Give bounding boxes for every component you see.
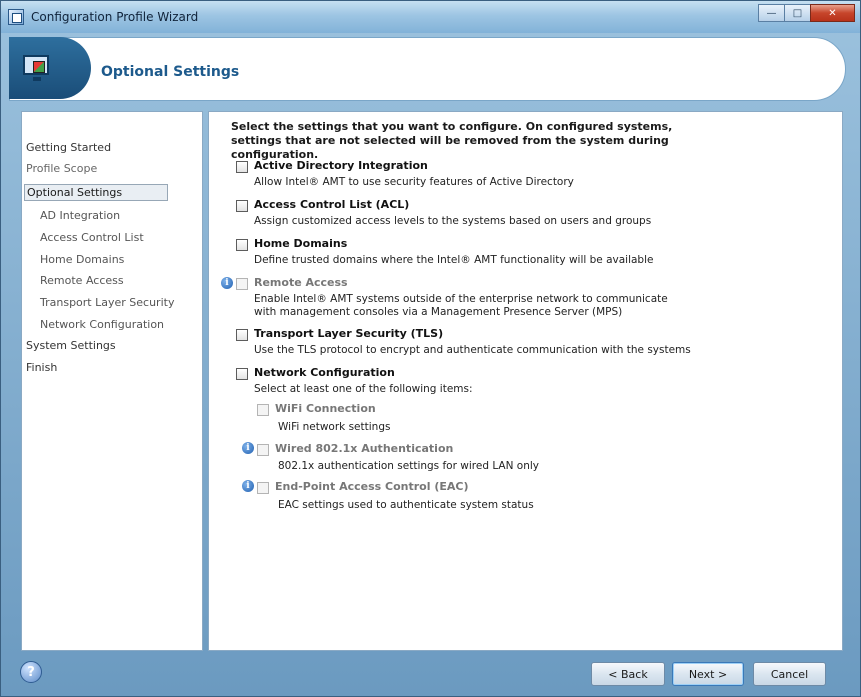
nav-finish[interactable]: Finish	[26, 361, 57, 374]
wifi-checkbox[interactable]	[257, 404, 269, 416]
nav-system-settings[interactable]: System Settings	[26, 339, 116, 352]
wizard-nav: Getting Started Profile Scope Optional S…	[21, 111, 203, 651]
network-config-checkbox[interactable]	[236, 368, 248, 380]
remote-access-desc: Enable Intel® AMT systems outside of the…	[254, 293, 668, 318]
nav-profile-scope[interactable]: Profile Scope	[26, 162, 97, 175]
wired-8021x-checkbox[interactable]	[257, 444, 269, 456]
nav-access-control-list[interactable]: Access Control List	[40, 231, 144, 244]
wired-8021x-title: Wired 802.1x Authentication	[275, 442, 454, 455]
window-title: Configuration Profile Wizard	[31, 10, 199, 24]
eac-info-icon[interactable]: i	[242, 480, 254, 492]
close-button[interactable]: ✕	[810, 4, 855, 22]
wired-8021x-desc: 802.1x authentication settings for wired…	[278, 460, 539, 472]
help-icon[interactable]: ?	[20, 661, 42, 683]
settings-chip-icon	[33, 61, 45, 73]
wired-8021x-info-icon[interactable]: i	[242, 442, 254, 454]
back-button[interactable]: < Back	[591, 662, 665, 686]
header-badge	[9, 37, 91, 99]
eac-checkbox[interactable]	[257, 482, 269, 494]
wifi-desc: WiFi network settings	[278, 421, 391, 433]
nav-ad-integration[interactable]: AD Integration	[40, 209, 120, 222]
title-bar: Configuration Profile Wizard — □ ✕	[1, 1, 860, 33]
tls-checkbox[interactable]	[236, 329, 248, 341]
acl-title: Access Control List (ACL)	[254, 198, 410, 211]
tls-desc: Use the TLS protocol to encrypt and auth…	[254, 344, 691, 356]
app-icon	[8, 9, 24, 25]
home-domains-checkbox[interactable]	[236, 239, 248, 251]
ad-integration-title: Active Directory Integration	[254, 159, 428, 172]
acl-desc: Assign customized access levels to the s…	[254, 215, 652, 227]
options-panel: Select the settings that you want to con…	[208, 111, 843, 651]
nav-optional-settings[interactable]: Optional Settings	[24, 184, 168, 201]
nav-transport-layer-security[interactable]: Transport Layer Security	[40, 296, 174, 309]
network-config-title: Network Configuration	[254, 366, 395, 379]
nav-network-configuration[interactable]: Network Configuration	[40, 318, 164, 331]
remote-access-info-icon[interactable]: i	[221, 277, 233, 289]
home-domains-title: Home Domains	[254, 237, 348, 250]
page-title: Optional Settings	[101, 64, 240, 80]
network-config-desc: Select at least one of the following ite…	[254, 383, 473, 395]
wifi-title: WiFi Connection	[275, 402, 376, 415]
maximize-button[interactable]: □	[784, 4, 811, 22]
next-button[interactable]: Next >	[672, 662, 744, 686]
ad-integration-checkbox[interactable]	[236, 161, 248, 173]
minimize-button[interactable]: —	[758, 4, 785, 22]
tls-title: Transport Layer Security (TLS)	[254, 327, 444, 340]
home-domains-desc: Define trusted domains where the Intel® …	[254, 254, 654, 266]
window-controls: — □ ✕	[758, 4, 855, 22]
ad-integration-desc: Allow Intel® AMT to use security feature…	[254, 176, 574, 188]
remote-access-checkbox[interactable]	[236, 278, 248, 290]
eac-desc: EAC settings used to authenticate system…	[278, 499, 534, 511]
cancel-button[interactable]: Cancel	[753, 662, 826, 686]
acl-checkbox[interactable]	[236, 200, 248, 212]
wizard-window: Configuration Profile Wizard — □ ✕ Optio…	[0, 0, 861, 697]
eac-title: End-Point Access Control (EAC)	[275, 480, 469, 493]
intro-text: Select the settings that you want to con…	[231, 120, 673, 161]
remote-access-title: Remote Access	[254, 276, 348, 289]
nav-getting-started[interactable]: Getting Started	[26, 141, 111, 154]
nav-home-domains[interactable]: Home Domains	[40, 253, 124, 266]
nav-remote-access[interactable]: Remote Access	[40, 274, 124, 287]
